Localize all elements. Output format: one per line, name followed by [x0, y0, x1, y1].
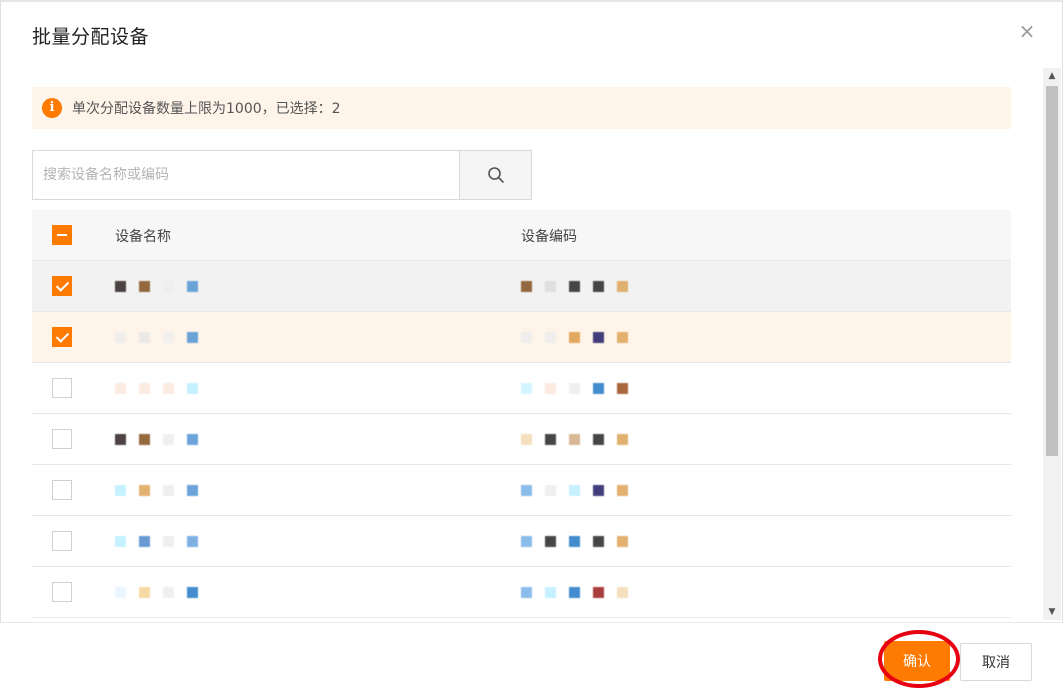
table-row[interactable] [32, 567, 1011, 618]
search-input[interactable] [32, 150, 460, 200]
close-icon[interactable]: × [1016, 20, 1038, 42]
dialog-title: 批量分配设备 [32, 26, 150, 48]
table-row[interactable] [32, 465, 1011, 516]
header-device-name: 设备名称 [115, 229, 171, 245]
top-border [0, 0, 1063, 2]
table-scrollbar[interactable]: ▲ ▼ [1043, 68, 1061, 620]
selection-limit-notice: i 单次分配设备数量上限为1000，已选择：2 [32, 87, 1011, 129]
row-checkbox[interactable] [52, 378, 72, 398]
cancel-button[interactable]: 取消 [960, 643, 1032, 681]
confirm-button[interactable]: 确认 [884, 641, 950, 681]
device-code-redacted [521, 261, 641, 312]
notice-text: 单次分配设备数量上限为1000，已选择：2 [72, 101, 341, 117]
device-name-redacted [115, 261, 211, 312]
scroll-down-icon[interactable]: ▼ [1043, 604, 1061, 620]
row-checkbox[interactable] [52, 327, 72, 347]
row-checkbox[interactable] [52, 480, 72, 500]
left-border [0, 0, 1, 699]
row-checkbox[interactable] [52, 582, 72, 602]
select-all-checkbox[interactable] [52, 225, 72, 245]
device-name-redacted [115, 516, 211, 567]
table-row[interactable] [32, 312, 1011, 363]
device-name-redacted [115, 312, 211, 363]
device-code-redacted [521, 516, 641, 567]
device-code-redacted [521, 414, 641, 465]
scroll-up-icon[interactable]: ▲ [1043, 68, 1061, 84]
search-button[interactable] [459, 150, 532, 200]
device-code-redacted [521, 363, 641, 414]
device-name-redacted [115, 414, 211, 465]
scrollbar-thumb[interactable] [1046, 86, 1058, 456]
info-icon: i [42, 98, 62, 118]
row-checkbox[interactable] [52, 429, 72, 449]
header-device-code: 设备编码 [521, 229, 577, 245]
table-header: 设备名称 设备编码 [32, 210, 1011, 261]
table-row[interactable] [32, 414, 1011, 465]
row-checkbox[interactable] [52, 531, 72, 551]
device-code-redacted [521, 312, 641, 363]
search-icon [487, 167, 504, 183]
table-row[interactable] [32, 363, 1011, 414]
table-row[interactable] [32, 516, 1011, 567]
device-table: 设备名称 设备编码 [32, 210, 1011, 622]
device-name-redacted [115, 465, 211, 516]
device-code-redacted [521, 465, 641, 516]
row-checkbox[interactable] [52, 276, 72, 296]
device-name-redacted [115, 567, 211, 618]
device-code-redacted [521, 567, 641, 618]
device-name-redacted [115, 363, 211, 414]
table-row[interactable] [32, 261, 1011, 312]
